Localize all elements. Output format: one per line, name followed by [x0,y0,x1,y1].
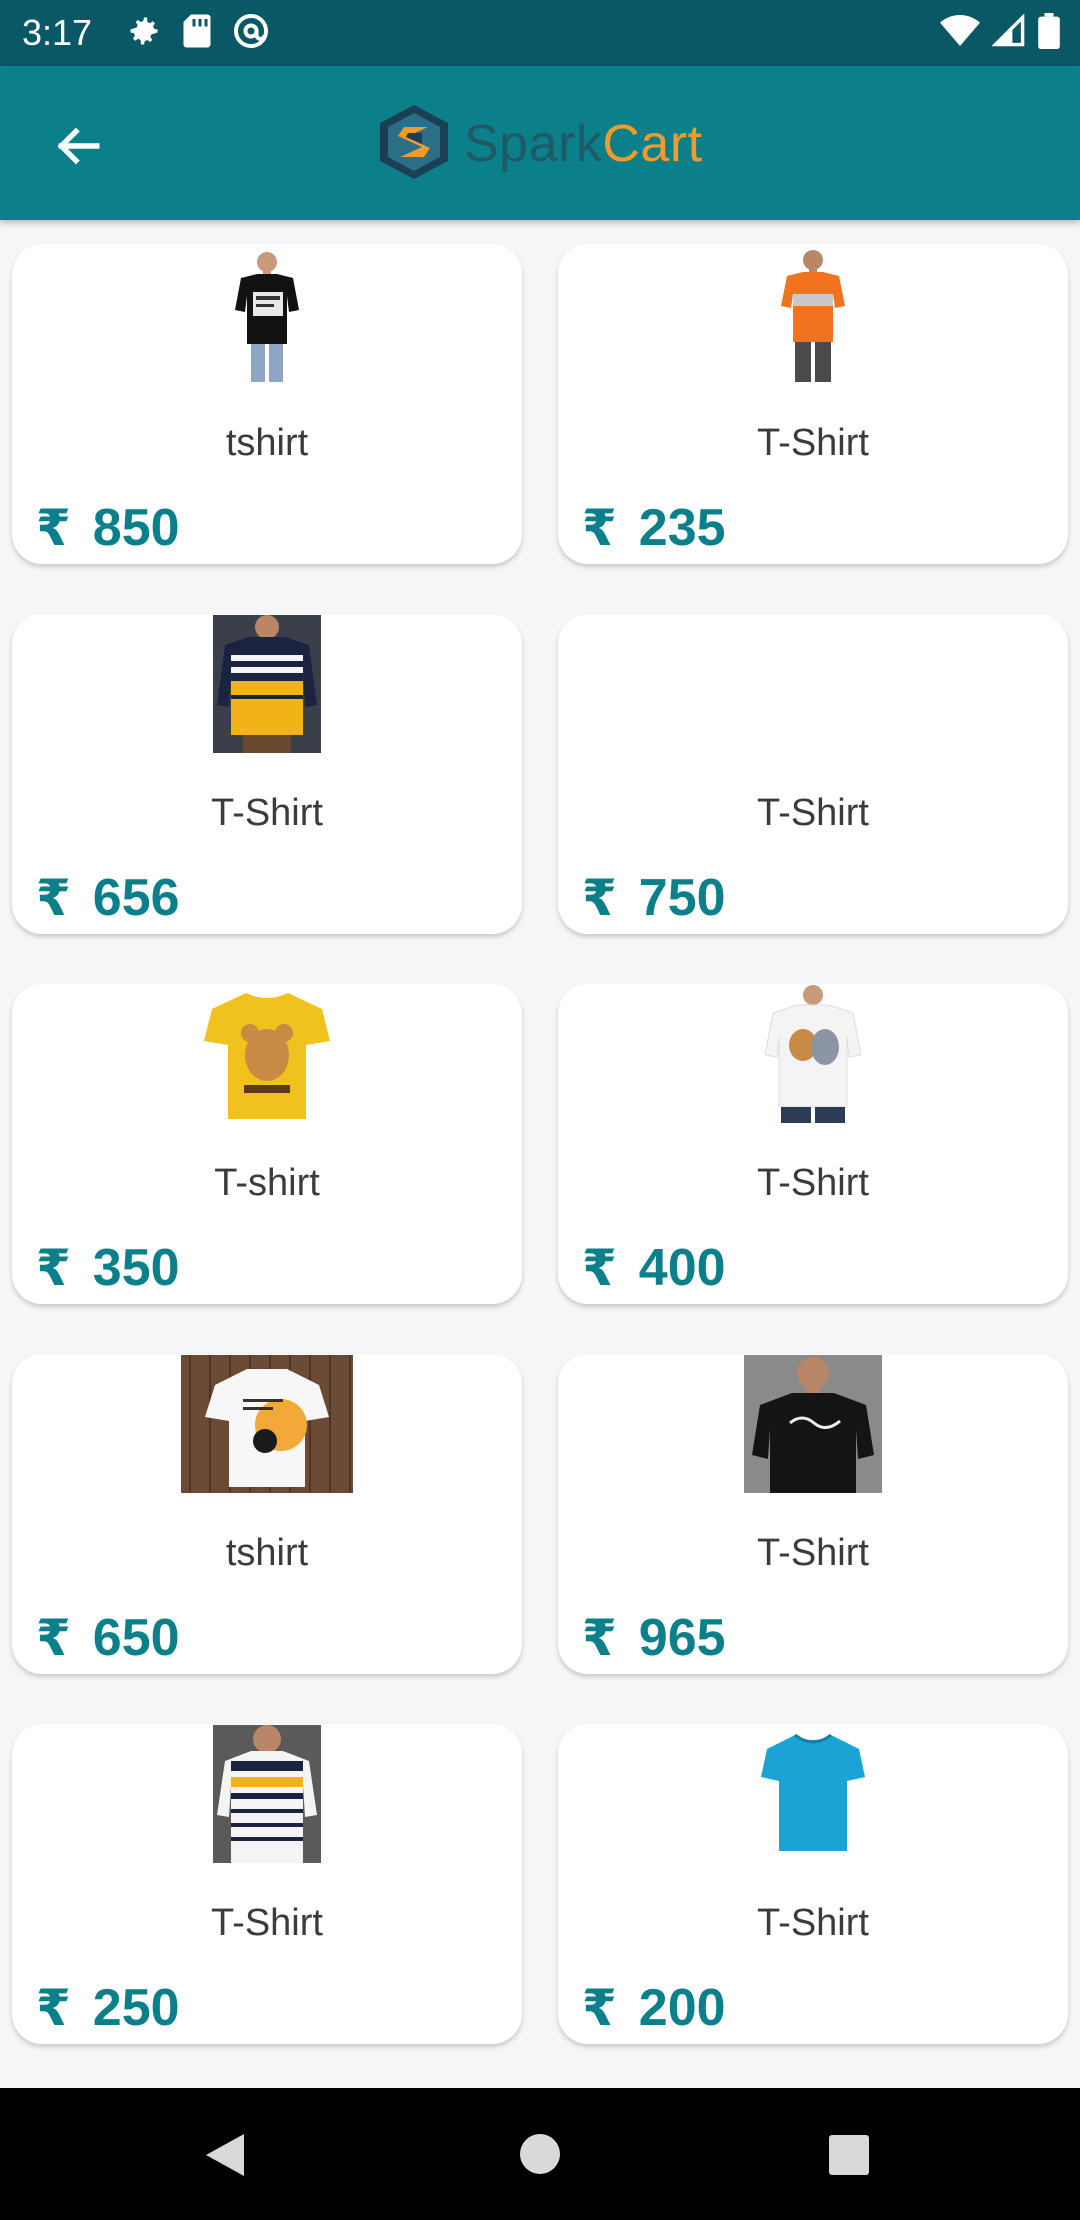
product-name: T-Shirt [757,792,869,834]
rupee-icon: ₹ [36,1980,71,2036]
product-card[interactable]: tshirt ₹ 850 [12,244,522,564]
rupee-icon: ₹ [582,1240,617,1296]
product-price: ₹ 965 [582,1608,726,1668]
app-bar: SparkCart [0,66,1080,220]
product-price-value: 350 [92,1239,180,1297]
rupee-icon: ₹ [582,1980,617,2036]
product-image-placeholder [763,614,863,754]
product-image [744,1354,882,1494]
product-name: T-Shirt [757,422,869,464]
wifi-icon [940,14,980,53]
status-time: 3:17 [22,12,93,53]
rupee-icon: ₹ [582,500,617,556]
rupee-icon: ₹ [36,1240,71,1296]
product-price: ₹ 400 [582,1238,726,1298]
product-price-value: 656 [92,869,180,927]
product-image [213,1724,321,1864]
at-sign-icon [232,12,270,55]
product-price-value: 250 [92,1979,180,2037]
rupee-icon: ₹ [36,1610,71,1666]
product-image [202,984,332,1124]
product-price-value: 750 [638,869,726,927]
rupee-icon: ₹ [36,870,71,926]
product-price: ₹ 650 [36,1608,180,1668]
status-left-icons [126,12,270,55]
product-name: T-shirt [214,1162,320,1204]
product-card[interactable]: T-Shirt ₹ 235 [558,244,1068,564]
logo-text: SparkCart [464,114,703,174]
product-card[interactable]: T-Shirt ₹ 656 [12,614,522,934]
product-name: T-Shirt [211,1902,323,1944]
product-price: ₹ 235 [582,498,726,558]
sd-card-icon [182,13,212,54]
nav-back-icon[interactable] [202,2130,248,2185]
status-right-icons [940,12,1060,54]
product-name: tshirt [225,1532,309,1574]
cell-signal-icon [991,12,1026,53]
product-image [227,244,307,384]
product-price-value: 200 [638,1979,726,2037]
status-bar: 3:17 [0,0,1080,66]
product-image [773,244,853,384]
product-card[interactable]: T-Shirt ₹ 200 [558,1724,1068,2044]
product-price: ₹ 850 [36,498,180,558]
product-name: T-Shirt [757,1532,869,1574]
rupee-icon: ₹ [582,1610,617,1666]
product-price: ₹ 250 [36,1978,180,2038]
product-price: ₹ 750 [582,868,726,928]
product-card[interactable]: tshirt ₹ 650 [12,1354,522,1674]
product-image [759,1724,867,1864]
gear-icon [126,13,162,54]
logo-text-cart: Cart [602,115,703,173]
product-card[interactable]: T-Shirt ₹ 965 [558,1354,1068,1674]
product-price: ₹ 656 [36,868,180,928]
arrow-left-icon [53,121,103,176]
nav-recent-icon[interactable] [828,2134,870,2181]
product-image [213,614,321,754]
product-name: T-Shirt [211,792,323,834]
product-name: tshirt [225,422,309,464]
system-nav-bar [0,2088,1080,2220]
app-logo: SparkCart [378,104,703,184]
product-price: ₹ 200 [582,1978,726,2038]
rupee-icon: ₹ [582,870,617,926]
product-price-value: 965 [638,1609,726,1667]
product-card[interactable]: T-Shirt ₹ 750 [558,614,1068,934]
product-name: T-Shirt [757,1162,869,1204]
nav-home-icon[interactable] [518,2132,562,2181]
rupee-icon: ₹ [36,500,71,556]
product-image [181,1354,353,1494]
product-image [763,984,863,1124]
product-price-value: 400 [638,1239,726,1297]
product-card[interactable]: T-Shirt ₹ 250 [12,1724,522,2044]
product-name: T-Shirt [757,1902,869,1944]
logo-text-spark: Spark [464,115,603,173]
product-price-value: 235 [638,499,726,557]
back-button[interactable] [40,110,116,186]
battery-icon [1038,12,1060,54]
product-price-value: 650 [92,1609,180,1667]
product-card[interactable]: T-shirt ₹ 350 [12,984,522,1304]
product-card[interactable]: T-Shirt ₹ 400 [558,984,1068,1304]
sparkcart-logo-icon [378,103,450,186]
product-price-value: 850 [92,499,180,557]
product-price: ₹ 350 [36,1238,180,1298]
